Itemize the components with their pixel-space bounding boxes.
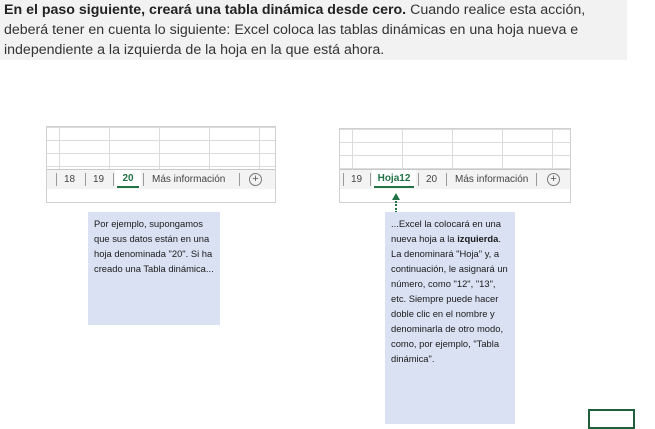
more-info-link[interactable]: Más información: [455, 173, 528, 187]
tab-separator: [143, 173, 144, 186]
tab-separator: [343, 173, 344, 186]
intro-bold: En el paso siguiente, creará una tabla d…: [4, 2, 407, 18]
tab-separator: [446, 173, 447, 186]
right-sheet-tabbar: 19 Hoja12 20 Más información +: [340, 169, 570, 189]
left-callout-note: Por ejemplo, supongamos que sus datos es…: [88, 212, 220, 325]
tab-separator: [239, 173, 240, 186]
right-sheet-snippet: 19 Hoja12 20 Más información +: [339, 128, 571, 203]
tab-20-active[interactable]: 20: [115, 170, 141, 188]
tab-18[interactable]: 18: [64, 173, 75, 187]
intro-text: En el paso siguiente, creará una tabla d…: [4, 0, 622, 60]
add-sheet-icon[interactable]: +: [547, 173, 560, 186]
tab-separator: [418, 173, 419, 186]
tab-19[interactable]: 19: [351, 173, 362, 187]
tab-19[interactable]: 19: [93, 173, 104, 187]
more-info-link[interactable]: Más información: [152, 173, 225, 187]
tab-20[interactable]: 20: [426, 173, 437, 187]
corner-frame[interactable]: [588, 409, 635, 429]
left-sheet-grid: [47, 127, 275, 169]
right-note-part2: . La denominará "Hoja" y, a continuación…: [391, 233, 508, 364]
left-sheet-tabbar: 18 19 20 Más información +: [47, 169, 275, 189]
tab-separator: [536, 173, 537, 186]
tab-separator: [370, 173, 371, 186]
add-sheet-icon[interactable]: +: [249, 173, 262, 186]
arrow-up-icon: [392, 193, 400, 200]
tab-separator: [56, 173, 57, 186]
tab-hoja12-active[interactable]: Hoja12: [372, 170, 416, 188]
tab-separator: [85, 173, 86, 186]
right-callout-note: ...Excel la colocará en una nueva hoja a…: [385, 212, 515, 424]
right-note-bold: izquierda: [457, 233, 499, 244]
tab-separator: [113, 173, 114, 186]
left-sheet-snippet: 18 19 20 Más información +: [46, 126, 276, 203]
right-sheet-grid: [340, 129, 570, 171]
